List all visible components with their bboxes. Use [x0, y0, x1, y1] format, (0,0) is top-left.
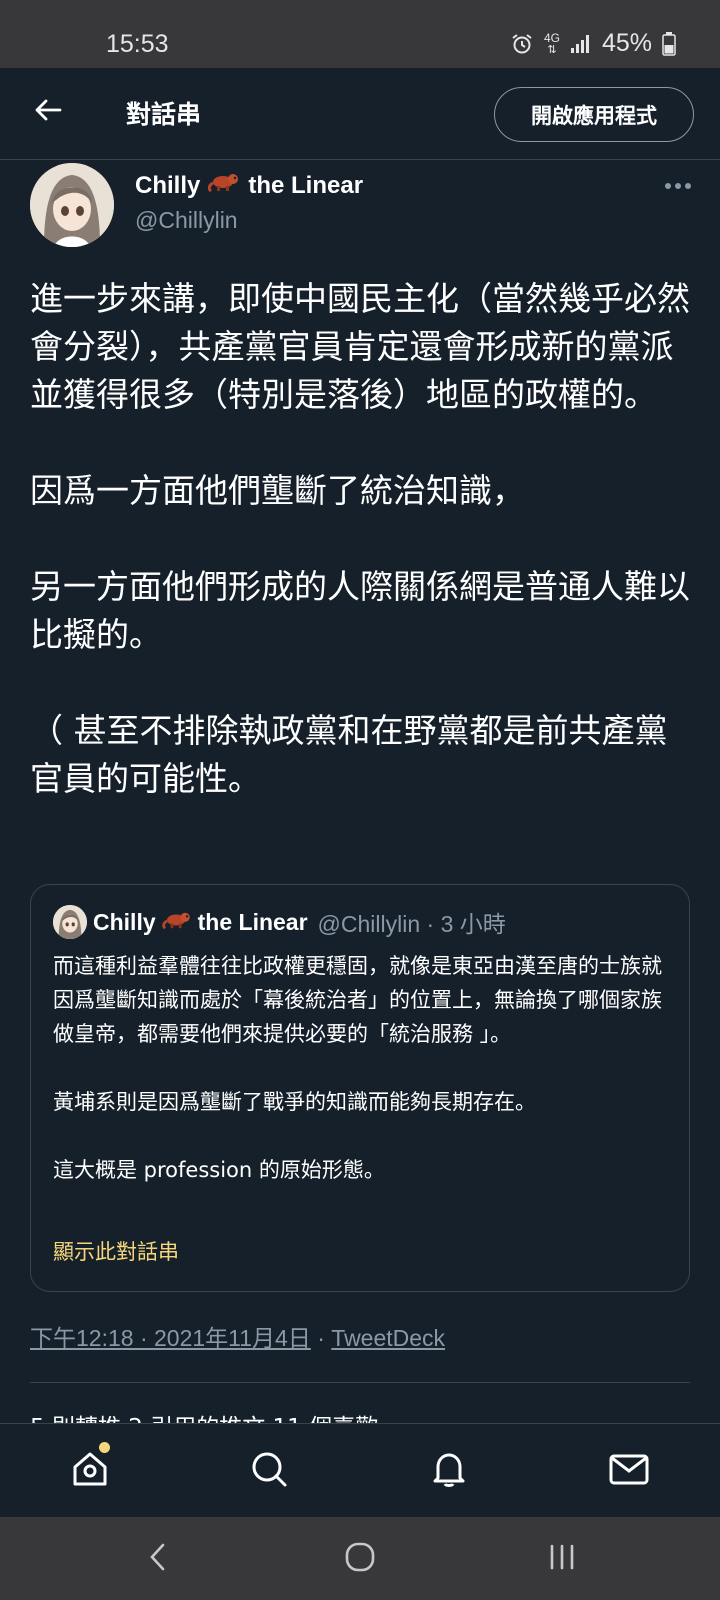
system-recents-button[interactable]: [540, 1537, 584, 1581]
quoted-tweet-text: 而這種利益羣體往往比政權更穩固，就像是東亞由漢至唐的士族就因爲壟斷知識而處於「幕…: [53, 949, 669, 1187]
recents-icon: [547, 1542, 577, 1576]
author-name[interactable]: Chilly the Linear: [135, 171, 363, 200]
quoted-handle-time: @Chillylin · 3 小時: [317, 911, 506, 937]
home-circle-icon: [344, 1541, 376, 1577]
divider: [30, 1382, 690, 1383]
open-app-button[interactable]: 開啟應用程式: [494, 87, 694, 142]
system-back-button[interactable]: [136, 1537, 180, 1581]
meta-separator: ·: [310, 1325, 332, 1351]
tweet-author: Chilly the Linear @Chillylin: [30, 163, 700, 249]
lizard-emoji-icon: [208, 171, 240, 200]
status-indicators: 4G ⇅ 45%: [510, 29, 676, 58]
network-4g-icon: 4G ⇅: [543, 30, 560, 56]
more-options-button[interactable]: [658, 169, 698, 199]
battery-icon: [662, 31, 676, 56]
status-bar: 15:53 4G ⇅ 45%: [0, 0, 720, 68]
status-time: 15:53: [106, 30, 169, 58]
home-new-indicator: [99, 1442, 110, 1453]
nav-home[interactable]: [65, 1446, 115, 1496]
back-button[interactable]: [26, 90, 70, 134]
quoted-paragraph: 而這種利益羣體往往比政權更穩固，就像是東亞由漢至唐的士族就因爲壟斷知識而處於「幕…: [53, 954, 662, 1046]
show-thread-link[interactable]: 顯示此對話串: [53, 1236, 179, 1266]
quoted-avatar: [53, 905, 87, 939]
tweet-paragraph: 另一方面他們形成的人際關係網是普通人難以比擬的。: [30, 567, 690, 654]
quoted-tweet-header: Chilly the Linear @Chillylin · 3 小時: [53, 905, 506, 939]
quoted-paragraph: 黃埔系則是因爲壟斷了戰爭的知識而能夠長期存在。: [53, 1090, 536, 1114]
bottom-nav: [0, 1423, 720, 1517]
system-home-button[interactable]: [338, 1537, 382, 1581]
more-horizontal-icon: [664, 175, 692, 194]
tweet-timestamp[interactable]: 下午12:18 · 2021年11月4日: [30, 1325, 311, 1351]
signal-icon: [570, 34, 592, 54]
battery-percent: 45%: [601, 29, 652, 57]
lizard-emoji-icon: [161, 909, 192, 936]
tweet-metadata: 下午12:18 · 2021年11月4日 · TweetDeck: [30, 1319, 445, 1353]
nav-notifications[interactable]: [424, 1446, 474, 1496]
tweet-paragraph: （ 甚至不排除執政黨和在野黨都是前共產黨官員的可能性。: [30, 711, 668, 798]
app-header: 對話串 開啟應用程式: [0, 68, 720, 160]
bell-icon: [429, 1449, 469, 1493]
author-handle[interactable]: @Chillylin: [135, 207, 238, 234]
quoted-paragraph: 這大概是 profession 的原始形態。: [53, 1158, 385, 1182]
tweet-text: 進一步來講，即使中國民主化（當然幾乎必然會分裂），共產黨官員肯定還會形成新的黨派…: [30, 275, 690, 803]
nav-messages[interactable]: [604, 1446, 654, 1496]
page-title: 對話串: [126, 100, 202, 129]
search-icon: [249, 1449, 289, 1493]
chevron-left-icon: [148, 1542, 168, 1576]
alarm-icon: [510, 32, 534, 56]
quoted-tweet[interactable]: Chilly the Linear @Chillylin · 3 小時 而這種利…: [30, 884, 690, 1292]
mail-icon: [608, 1449, 650, 1493]
quoted-author-name: Chilly the Linear: [93, 908, 308, 936]
tweet-paragraph: 進一步來講，即使中國民主化（當然幾乎必然會分裂），共產黨官員肯定還會形成新的黨派…: [30, 279, 690, 414]
tweet-paragraph: 因爲一方面他們壟斷了統治知識，: [30, 471, 525, 510]
home-icon: [70, 1449, 110, 1493]
arrow-left-icon: [34, 98, 62, 126]
nav-search[interactable]: [244, 1446, 294, 1496]
tweet-source[interactable]: TweetDeck: [331, 1325, 445, 1351]
system-nav-bar: [0, 1517, 720, 1600]
avatar[interactable]: [30, 163, 114, 247]
